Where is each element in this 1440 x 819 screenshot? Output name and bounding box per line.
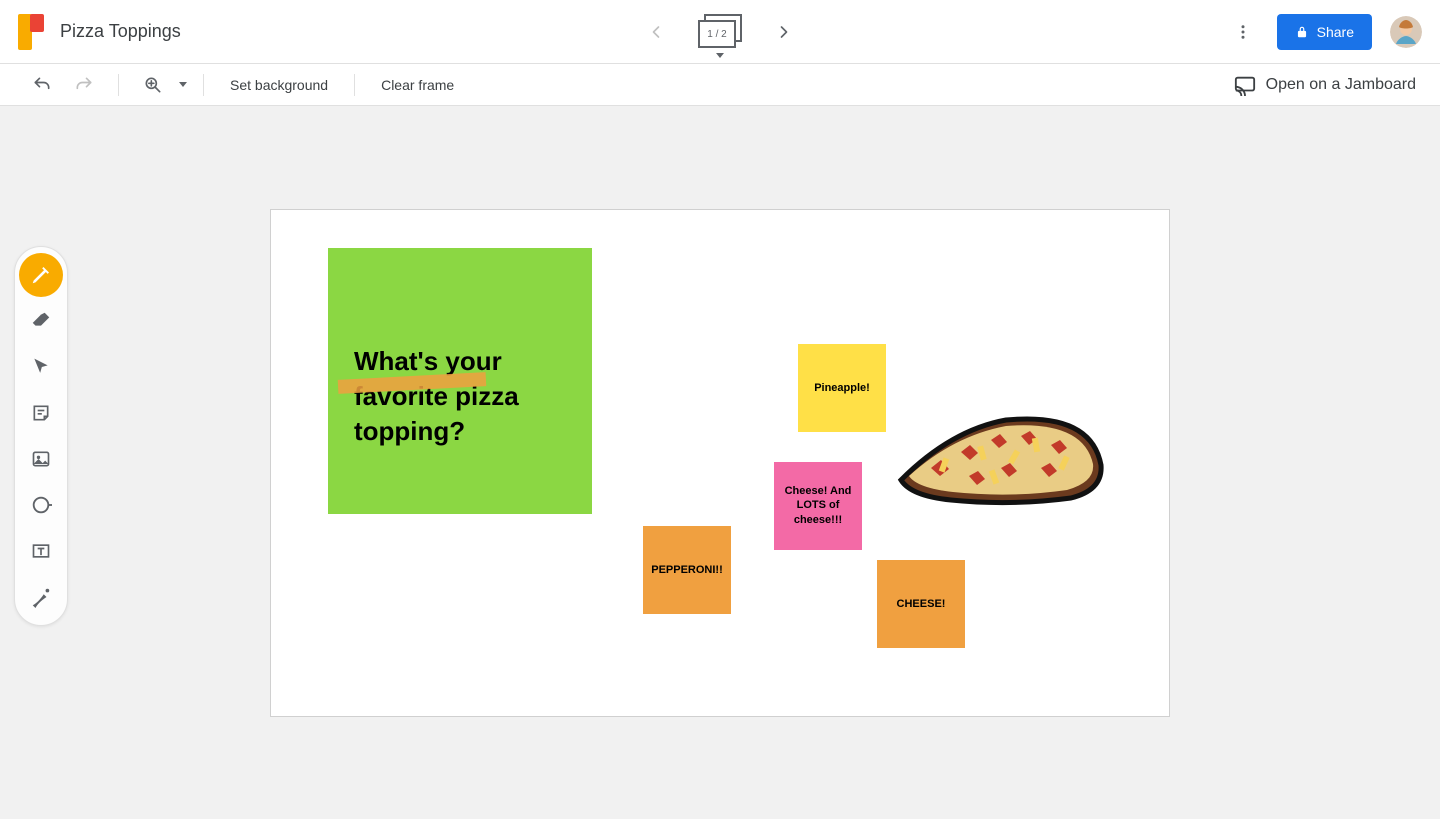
document-title[interactable]: Pizza Toppings xyxy=(60,21,181,42)
jam-canvas[interactable]: What's your favorite pizza topping? Pine… xyxy=(270,209,1170,717)
frame-selector[interactable]: 1 / 2 xyxy=(698,14,742,50)
zoom-control[interactable] xyxy=(135,67,187,103)
prev-frame-button[interactable] xyxy=(644,20,668,44)
zoom-icon xyxy=(135,67,171,103)
chevron-down-icon xyxy=(179,82,187,87)
toolbar-separator xyxy=(354,74,355,96)
sticky-note-pineapple[interactable]: Pineapple! xyxy=(798,344,886,432)
open-on-jamboard-label: Open on a Jamboard xyxy=(1266,76,1416,94)
lock-icon xyxy=(1295,25,1309,39)
sticky-note-text: PEPPERONI!! xyxy=(651,564,723,576)
cast-icon xyxy=(1234,74,1256,96)
sticky-note-text: Pineapple! xyxy=(814,382,870,394)
sticky-note-text: What's your favorite pizza topping? xyxy=(354,344,566,449)
next-frame-button[interactable] xyxy=(772,20,796,44)
redo-button[interactable] xyxy=(66,67,102,103)
pizza-image[interactable] xyxy=(891,410,1111,510)
set-background-button[interactable]: Set background xyxy=(220,77,338,93)
toolbar-separator xyxy=(118,74,119,96)
clear-frame-button[interactable]: Clear frame xyxy=(371,77,464,93)
share-button-label: Share xyxy=(1317,24,1354,40)
action-toolbar: Set background Clear frame Open on a Jam… xyxy=(0,64,1440,106)
frame-navigator: 1 / 2 xyxy=(644,0,796,64)
account-avatar[interactable] xyxy=(1390,16,1422,48)
share-button[interactable]: Share xyxy=(1277,14,1372,50)
undo-button[interactable] xyxy=(24,67,60,103)
open-on-jamboard-button[interactable]: Open on a Jamboard xyxy=(1234,74,1416,96)
more-options-button[interactable] xyxy=(1227,16,1259,48)
sticky-note-cheese[interactable]: CHEESE! xyxy=(877,560,965,648)
sticky-note-pepperoni[interactable]: PEPPERONI!! xyxy=(643,526,731,614)
frame-counter: 1 / 2 xyxy=(698,20,736,48)
sticky-note-text: CHEESE! xyxy=(897,598,946,610)
sticky-note-text: Cheese! And LOTS of cheese!!! xyxy=(780,484,856,527)
toolbar-separator xyxy=(203,74,204,96)
jamboard-logo-icon xyxy=(18,14,46,50)
workspace: What's your favorite pizza topping? Pine… xyxy=(0,106,1440,819)
app-header: Pizza Toppings 1 / 2 Share xyxy=(0,0,1440,64)
sticky-note-cheese-lots[interactable]: Cheese! And LOTS of cheese!!! xyxy=(774,462,862,550)
